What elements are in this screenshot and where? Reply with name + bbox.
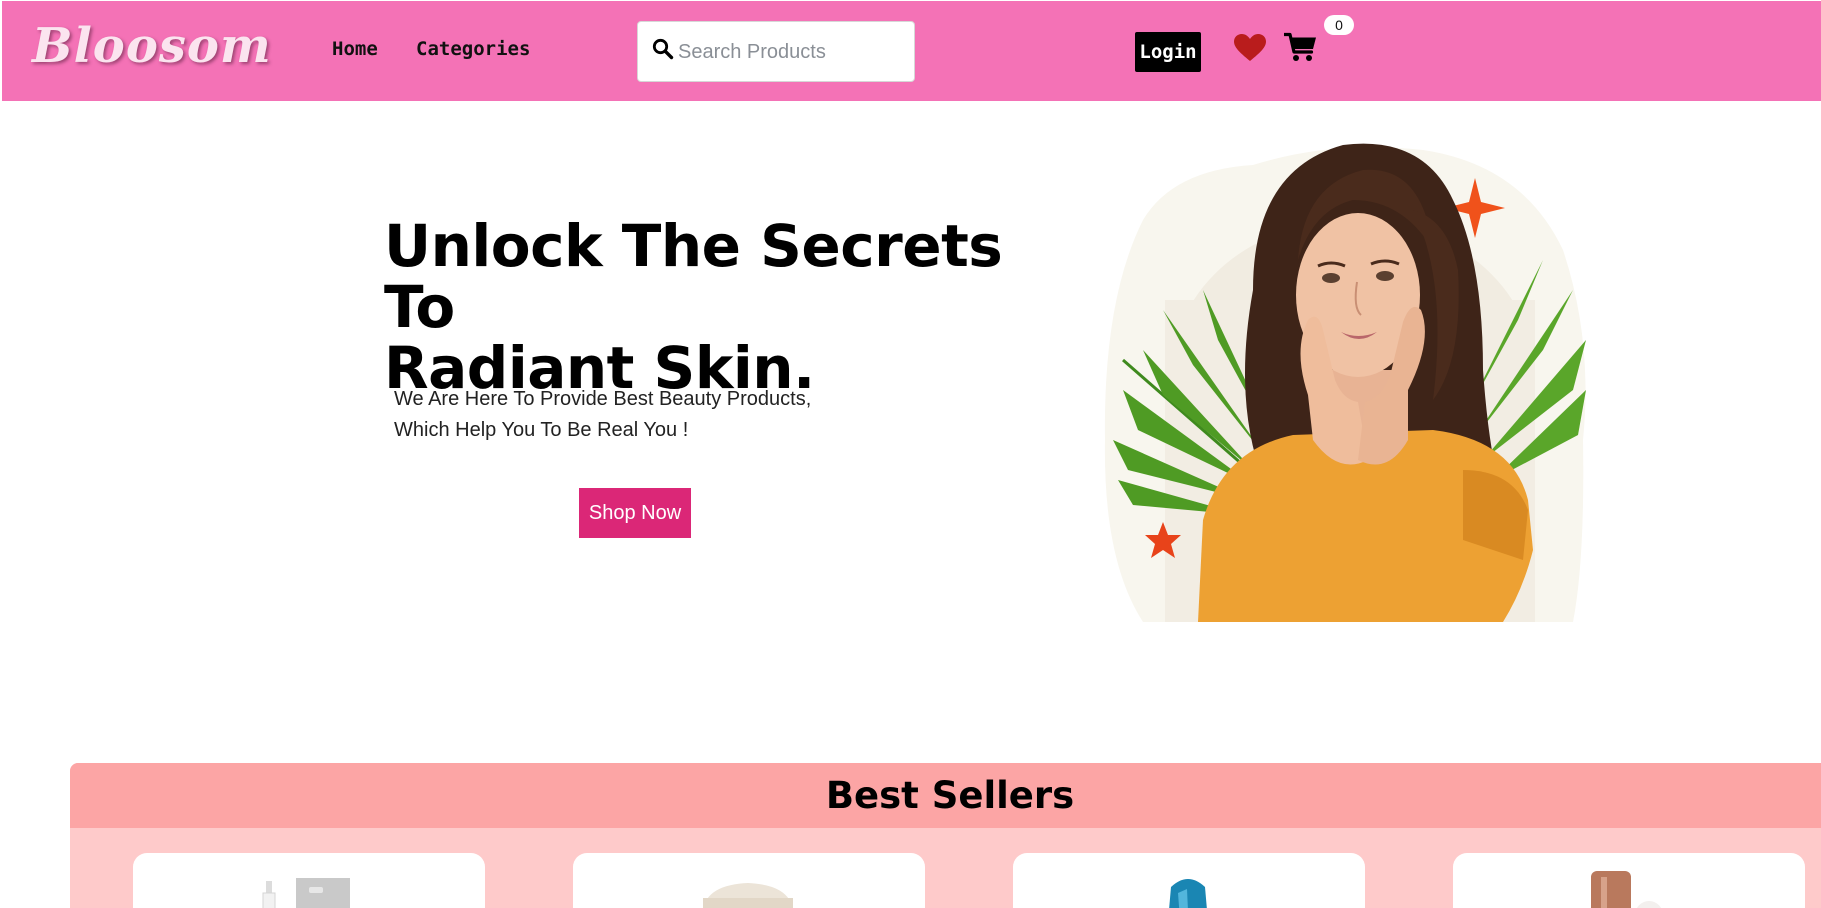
product-image — [1591, 871, 1662, 908]
hero-title: Unlock The Secrets To Radiant Skin. — [384, 216, 1084, 399]
product-image — [1169, 879, 1207, 908]
search-icon[interactable] — [652, 38, 674, 60]
login-button[interactable]: Login — [1135, 32, 1201, 72]
navbar: Bloosom Home Categories Login 0 — [2, 1, 1821, 101]
product-image — [703, 883, 793, 908]
product-card[interactable] — [1453, 853, 1805, 908]
shop-now-button[interactable]: Shop Now — [579, 488, 691, 538]
product-card[interactable] — [573, 853, 925, 908]
heart-icon[interactable] — [1234, 34, 1266, 62]
search-input[interactable] — [678, 36, 903, 68]
nav-categories-link[interactable]: Categories — [416, 37, 530, 61]
cart-count-badge: 0 — [1324, 15, 1354, 35]
search-bar — [637, 21, 915, 82]
hero-description-line2: Which Help You To Be Real You ! — [394, 419, 689, 441]
hero-description-line1: We Are Here To Provide Best Beauty Produ… — [394, 388, 812, 410]
best-sellers-title: Best Sellers — [825, 774, 1075, 817]
hero-description: We Are Here To Provide Best Beauty Produ… — [394, 384, 854, 446]
hero-title-line1: Unlock The Secrets To — [384, 212, 1003, 341]
best-sellers-section: Best Sellers — [70, 763, 1821, 908]
product-card[interactable] — [133, 853, 485, 908]
nav-home-link[interactable]: Home — [332, 37, 378, 61]
hero-model-image — [1104, 143, 1586, 622]
cart-icon[interactable] — [1284, 32, 1317, 62]
brand-logo[interactable]: Bloosom — [32, 15, 272, 77]
product-image — [262, 878, 350, 908]
product-card[interactable] — [1013, 853, 1365, 908]
page: Bloosom Home Categories Login 0 Unlock T… — [0, 0, 1821, 908]
